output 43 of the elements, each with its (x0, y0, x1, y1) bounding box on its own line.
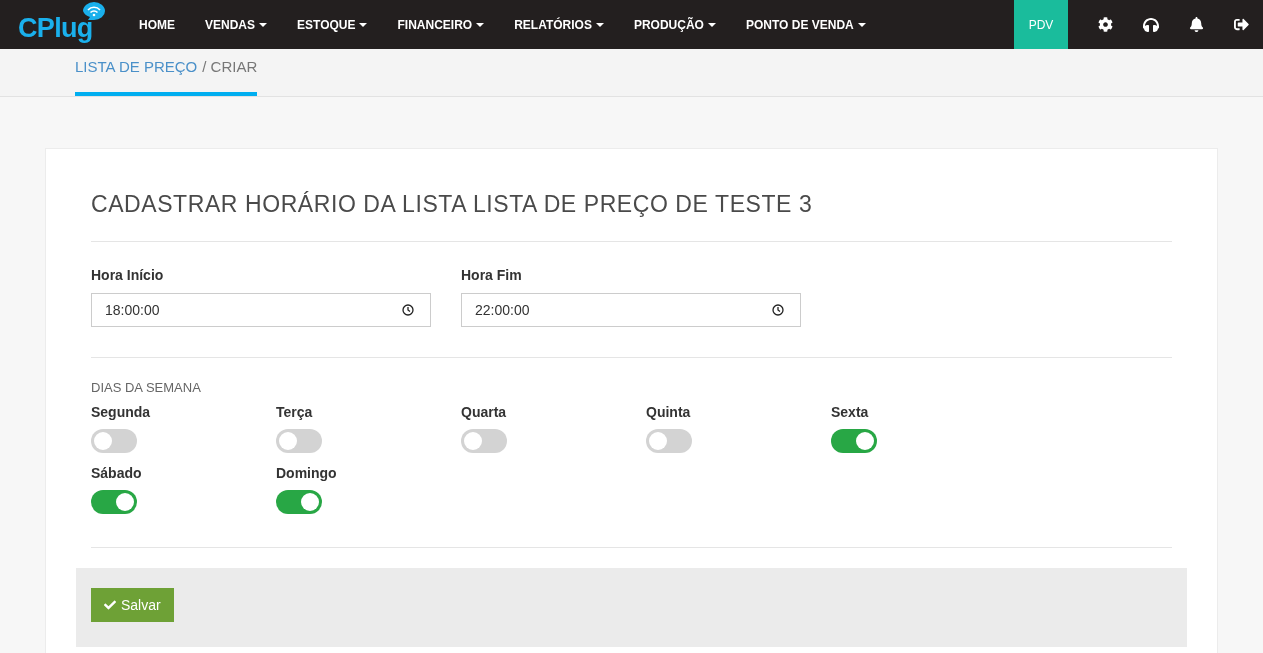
nav-menu-item[interactable]: VENDAS (190, 15, 282, 34)
day-label: Domingo (276, 464, 337, 483)
caret-icon (359, 22, 368, 27)
form-title: CADASTRAR HORÁRIO DA LISTA LISTA DE PREÇO DE TESTE 3 (91, 187, 1172, 242)
toggle-switch[interactable] (276, 429, 322, 453)
nav-menu-item[interactable]: HOME (124, 15, 190, 34)
toggle-switch[interactable] (646, 429, 692, 453)
nav-menu-item[interactable]: PONTO DE VENDA (730, 15, 881, 34)
caret-icon (476, 22, 485, 27)
nav-menu-item[interactable]: ESTOQUE (282, 15, 383, 34)
time-input[interactable]: 22:00:00 (461, 292, 801, 327)
toggle-switch[interactable] (831, 429, 877, 453)
caret-icon (259, 22, 267, 27)
time-input[interactable]: 18:00:00 (91, 292, 431, 327)
field-label: Hora Fim (461, 265, 523, 285)
toggle-switch[interactable] (461, 429, 507, 453)
toggle-switch[interactable] (91, 429, 137, 453)
field-label: Hora Início (91, 265, 165, 285)
day-label: Sexta (831, 403, 869, 422)
toggle-switch[interactable] (91, 490, 137, 514)
nav-menu-item[interactable]: FINANCEIRO (382, 15, 500, 34)
day-label: Quinta (646, 403, 691, 422)
breadcrumb-current: / CRIAR (202, 56, 258, 77)
nav-menu-item[interactable]: PRODUÇÃO (618, 15, 731, 34)
nav-menu-item[interactable]: RELATÓRIOS (499, 15, 619, 34)
clock-icon[interactable] (772, 303, 784, 316)
toggle-switch[interactable] (276, 490, 322, 514)
caret-icon (595, 22, 604, 27)
settings-icon[interactable] (1098, 17, 1113, 32)
clock-icon[interactable] (402, 303, 414, 316)
day-label: Terça (276, 403, 313, 422)
caret-icon (707, 22, 716, 27)
check-icon (104, 599, 116, 611)
breadcrumb-tab[interactable]: LISTA DE PREÇO / CRIAR (75, 55, 258, 96)
day-label: Segunda (91, 403, 151, 422)
caret-icon (857, 22, 866, 27)
headset-icon[interactable] (1143, 16, 1159, 33)
logo[interactable]: CPlug (18, 15, 93, 42)
day-label: Sábado (91, 464, 142, 483)
section-title: DIAS DA SEMANA (91, 378, 202, 397)
logout-icon[interactable] (1234, 17, 1249, 32)
bell-icon[interactable] (1189, 17, 1204, 32)
day-label: Quarta (461, 403, 507, 422)
